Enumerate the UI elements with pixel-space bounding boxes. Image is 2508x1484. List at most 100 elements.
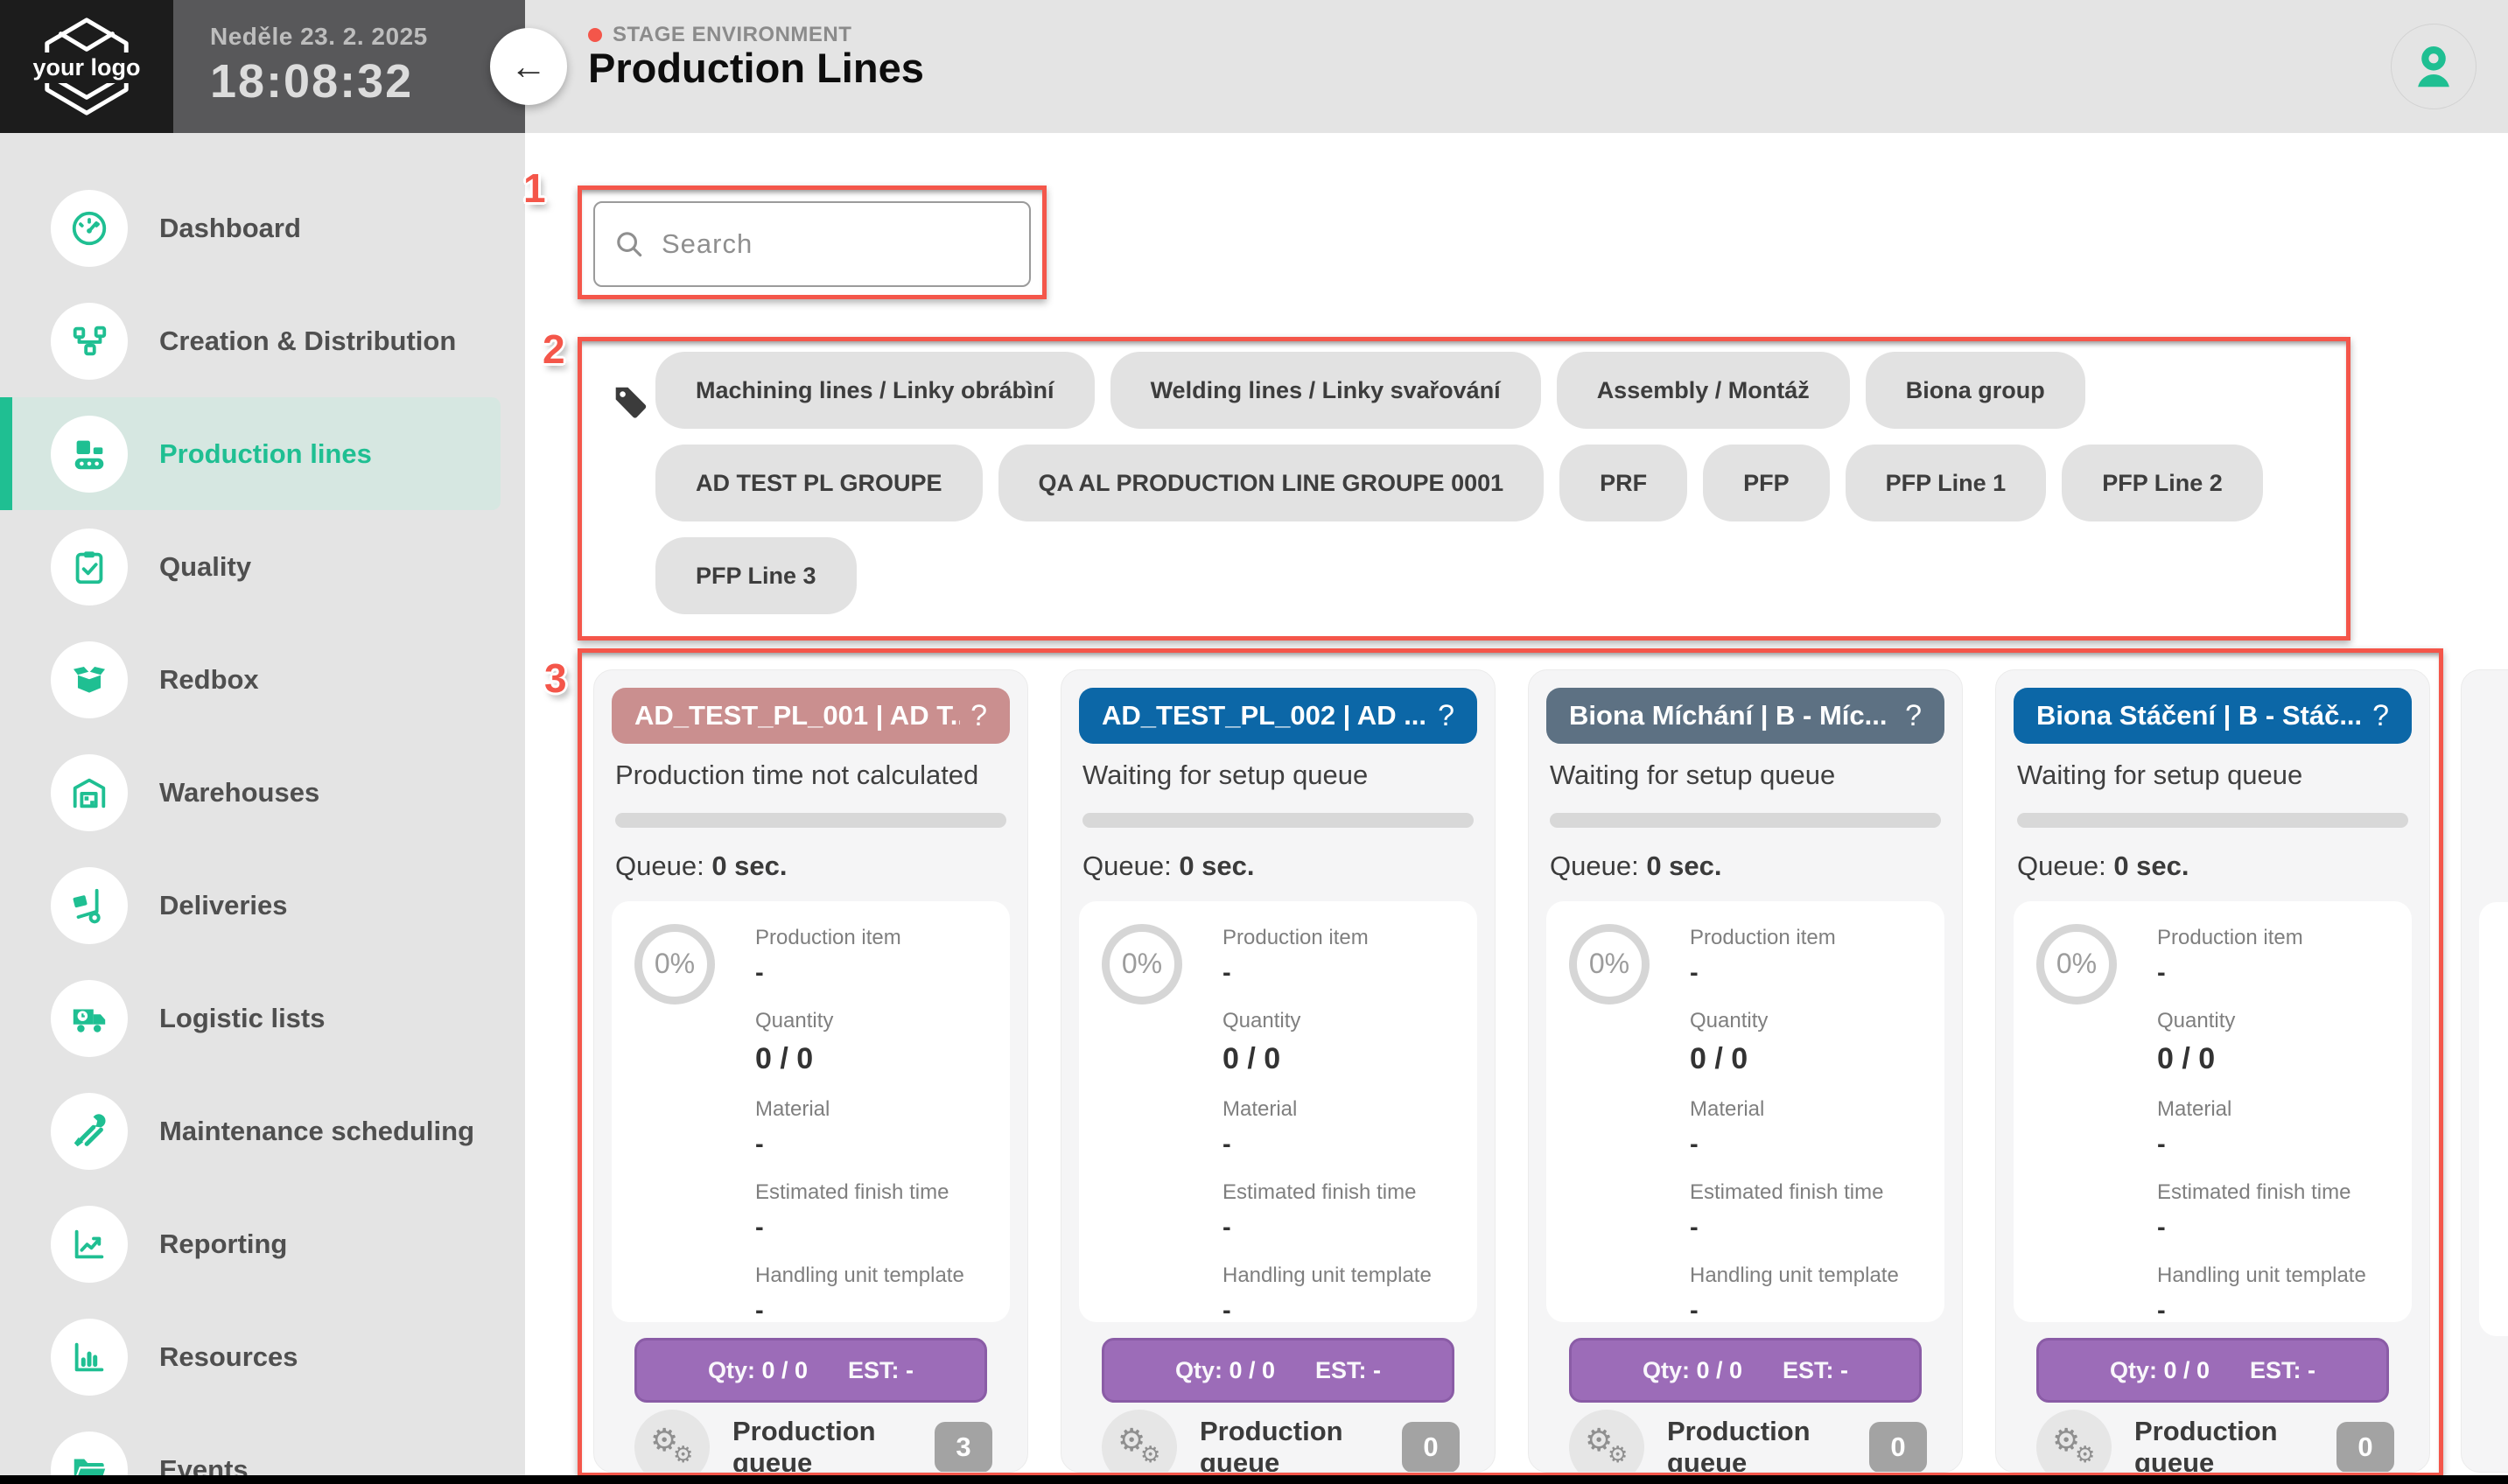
hand-truck-icon (69, 886, 109, 926)
card-header[interactable]: Biona Stáčení | B - Stáč... ? (2014, 688, 2412, 744)
field-label: Handling unit template (755, 1264, 989, 1288)
production-queue-row[interactable]: ⚙⚙ Production queue 0 (2036, 1410, 2394, 1473)
help-icon[interactable]: ? (1905, 699, 1922, 733)
sidebar-item-warehouses[interactable]: Warehouses (0, 736, 525, 849)
card-title: AD_TEST_PL_001 | AD T... (634, 700, 960, 732)
production-line-card[interactable]: AD_TEST_PL_002 | AD ... ? Waiting for se… (1061, 669, 1496, 1473)
user-avatar[interactable] (2391, 24, 2476, 109)
qty-label: Qty: (708, 1357, 755, 1383)
queue-value: 0 sec. (1179, 850, 1254, 881)
filter-chip[interactable]: Assembly / Montáž (1557, 352, 1850, 429)
back-button[interactable]: ← (490, 28, 567, 105)
filter-chip[interactable]: PFP Line 2 (2062, 444, 2263, 522)
production-line-card[interactable]: Biona Stáčení | B - Stáč... ? Waiting fo… (1995, 669, 2430, 1473)
qty-est-button[interactable]: Qty: 0 / 0 EST: - (1102, 1338, 1454, 1403)
datetime-block: Neděle 23. 2. 2025 18:08:32 (173, 0, 525, 133)
qty-value: 0 / 0 (761, 1357, 808, 1383)
queue-value: 0 sec. (2113, 850, 2189, 881)
sidebar-item-logistic-lists[interactable]: Logistic lists (0, 962, 525, 1074)
sidebar-item-redbox[interactable]: Redbox (0, 623, 525, 736)
filter-chip[interactable]: PRF (1559, 444, 1687, 522)
production-lines-screen: your logo Neděle 23. 2. 2025 18:08:32 ST… (0, 0, 2508, 1484)
field-estimated-finish-time: Estimated finish time - (2157, 1180, 2391, 1242)
filter-chip[interactable]: Welding lines / Linky svařování (1110, 352, 1541, 429)
help-icon[interactable]: ? (2372, 699, 2389, 733)
progress-percent: 0% (655, 948, 695, 980)
field-estimated-finish-time: Estimated finish time - (1690, 1180, 1923, 1242)
sidebar-item-production-lines[interactable]: Production lines (0, 397, 501, 510)
progress-percent-ring: 0% (2036, 924, 2117, 1004)
qty-est-button[interactable]: Qty: 0 / 0 EST: - (1569, 1338, 1922, 1403)
help-icon[interactable]: ? (1438, 699, 1454, 733)
card-body: AD_TEST_PL_002 | AD ... ? Waiting for se… (1061, 688, 1495, 1336)
qty-est-button[interactable]: Qty: 0 / 0 EST: - (634, 1338, 987, 1403)
search-input[interactable] (593, 201, 1031, 287)
filter-chip[interactable]: QA AL PRODUCTION LINE GROUPE 0001 (998, 444, 1545, 522)
sidebar-item-deliveries[interactable]: Deliveries (0, 849, 525, 962)
qty-est-button[interactable]: Qty: 0 / 0 EST: - (2036, 1338, 2389, 1403)
field-value: - (755, 959, 989, 988)
qty-segment: Qty: 0 / 0 (2110, 1357, 2210, 1384)
field-handling-unit-template: Handling unit template - (755, 1264, 989, 1322)
qty-segment: Qty: 0 / 0 (1175, 1357, 1275, 1384)
card-title: Biona Míchání | B - Míc... (1569, 700, 1895, 732)
filter-chip[interactable]: PFP Line 1 (1846, 444, 2047, 522)
field-value: - (2157, 959, 2391, 988)
sidebar-item-maintenance-scheduling[interactable]: Maintenance scheduling (0, 1074, 525, 1187)
production-queue-row[interactable]: ⚙⚙ Production queue 0 (1102, 1410, 1460, 1473)
sidebar-item-events[interactable]: Events (0, 1413, 525, 1475)
partial-card[interactable] (2461, 669, 2508, 1473)
card-title: Biona Stáčení | B - Stáč... (2036, 700, 2362, 732)
field-value: 0 / 0 (1690, 1042, 1923, 1076)
est-label: EST: (1315, 1357, 1367, 1383)
queue-line: Queue: 0 sec. (615, 850, 1006, 882)
field-value: - (1222, 1214, 1456, 1242)
queue-value: 0 sec. (1646, 850, 1721, 881)
production-line-card[interactable]: Biona Míchání | B - Míc... ? Waiting for… (1528, 669, 1963, 1473)
page-title: Production Lines (588, 44, 924, 92)
env-status-dot-icon (588, 28, 602, 42)
field-label: Material (1690, 1097, 1923, 1122)
sidebar-item-dashboard[interactable]: Dashboard (0, 172, 525, 284)
folder-open-icon (69, 1450, 109, 1476)
production-queue-row[interactable]: ⚙⚙ Production queue 3 (634, 1410, 992, 1473)
card-details: 0% Production item - Quantity 0 / 0 Mate… (1546, 901, 1944, 1322)
sidebar-icon-circle (51, 1206, 128, 1283)
qty-value: 0 / 0 (2163, 1357, 2210, 1383)
qty-label: Qty: (1643, 1357, 1690, 1383)
open-box-icon (69, 660, 109, 700)
filter-chip[interactable]: Machining lines / Linky obrábìní (655, 352, 1095, 429)
tag-icon (610, 382, 650, 422)
sidebar-item-quality[interactable]: Quality (0, 510, 525, 623)
card-header[interactable]: AD_TEST_PL_002 | AD ... ? (1079, 688, 1477, 744)
help-icon[interactable]: ? (970, 699, 987, 733)
field-quantity: Quantity 0 / 0 (1690, 1009, 1923, 1076)
sidebar-item-creation-distribution[interactable]: Creation & Distribution (0, 284, 525, 397)
card-header[interactable]: Biona Míchání | B - Míc... ? (1546, 688, 1944, 744)
filter-chip[interactable]: Biona group (1866, 352, 2085, 429)
est-value: - (1373, 1357, 1381, 1383)
app-logo[interactable]: your logo (0, 0, 173, 133)
filter-chip[interactable]: PFP (1703, 444, 1830, 522)
production-queue-label: Production queue (1667, 1416, 1869, 1473)
field-label: Handling unit template (1690, 1264, 1923, 1288)
field-value: 0 / 0 (2157, 1042, 2391, 1076)
production-line-card[interactable]: AD_TEST_PL_001 | AD T... ? Production ti… (593, 669, 1028, 1473)
production-queue-row[interactable]: ⚙⚙ Production queue 0 (1569, 1410, 1927, 1473)
sidebar-item-reporting[interactable]: Reporting (0, 1187, 525, 1300)
qty-label: Qty: (2110, 1357, 2157, 1383)
filter-chip[interactable]: PFP Line 3 (655, 537, 857, 614)
field-value: 0 / 0 (755, 1042, 989, 1076)
field-label: Production item (755, 926, 989, 950)
filter-chip[interactable]: AD TEST PL GROUPE (655, 444, 983, 522)
field-label: Quantity (1222, 1009, 1456, 1033)
qty-segment: Qty: 0 / 0 (1643, 1357, 1742, 1384)
gears-icon: ⚙⚙ (1569, 1410, 1644, 1473)
sidebar-item-resources[interactable]: Resources (0, 1300, 525, 1413)
sidebar-item-label: Deliveries (159, 890, 288, 921)
field-estimated-finish-time: Estimated finish time - (755, 1180, 989, 1242)
card-body: Biona Míchání | B - Míc... ? Waiting for… (1529, 688, 1962, 1336)
field-label: Handling unit template (1222, 1264, 1456, 1288)
card-header[interactable]: AD_TEST_PL_001 | AD T... ? (612, 688, 1010, 744)
field-label: Production item (2157, 926, 2391, 950)
